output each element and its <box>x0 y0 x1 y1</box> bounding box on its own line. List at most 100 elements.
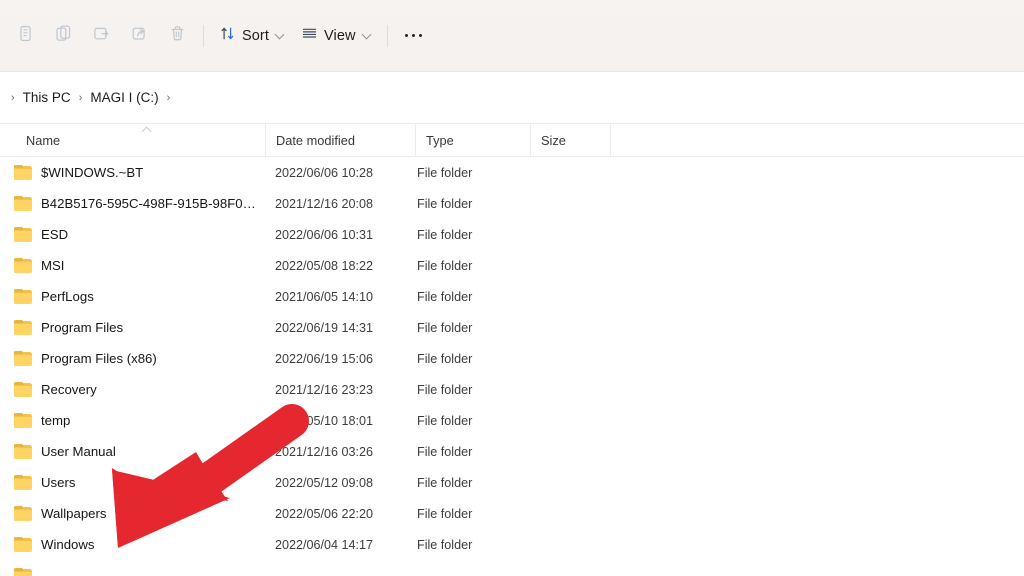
folder-icon <box>14 382 32 397</box>
overflow-menu-button[interactable] <box>395 19 433 53</box>
file-name-label: B42B5176-595C-498F-915B-98F0DC706… <box>41 196 262 211</box>
file-name-cell: PerfLogs <box>0 289 262 304</box>
file-name-cell: temp <box>0 413 262 428</box>
file-name-cell: MSI <box>0 258 262 273</box>
file-name-label: Program Files (x86) <box>41 351 157 366</box>
file-name-label: Users <box>41 475 75 490</box>
breadcrumb-item-this-pc[interactable]: This PC <box>18 87 76 108</box>
file-name-cell: Windows <box>0 537 262 552</box>
column-header-date-modified-label: Date modified <box>276 133 355 148</box>
column-header-type[interactable]: Type <box>415 124 530 157</box>
file-type: File folder <box>417 166 472 180</box>
column-header-size-label: Size <box>541 133 566 148</box>
file-name-cell: $WINDOWS.~BT <box>0 165 262 180</box>
delete-button[interactable] <box>158 19 196 53</box>
breadcrumb-item-magi-c[interactable]: MAGI I (C:) <box>85 87 163 108</box>
file-type: File folder <box>417 414 472 428</box>
file-date-modified: 2021/12/16 03:26 <box>275 445 373 459</box>
delete-icon <box>168 24 187 48</box>
folder-icon <box>14 351 32 366</box>
file-name-cell: ESD <box>0 227 262 242</box>
file-name-label: temp <box>41 413 70 428</box>
folder-icon <box>14 258 32 273</box>
file-explorer-window: Sort View › This PC › MAGI I (C:) › <box>0 0 1024 576</box>
share-icon <box>130 24 149 48</box>
folder-icon <box>14 506 32 521</box>
column-header-filler <box>610 124 1024 157</box>
sort-button[interactable]: Sort <box>211 19 293 53</box>
folder-icon <box>14 196 32 211</box>
file-row[interactable]: Program Files 2022/06/19 14:31 File folder <box>0 312 1024 343</box>
file-type: File folder <box>417 538 472 552</box>
file-type: File folder <box>417 290 472 304</box>
file-date-modified: 2021/12/16 20:08 <box>275 197 373 211</box>
file-type: File folder <box>417 476 472 490</box>
toolbar-separator-1 <box>203 25 204 47</box>
file-name-label: MSI <box>41 258 64 273</box>
copy-button[interactable] <box>44 19 82 53</box>
file-row[interactable]: temp 2022/05/10 18:01 File folder <box>0 405 1024 436</box>
file-row[interactable]: Windows 2022/06/04 14:17 File folder <box>0 529 1024 560</box>
file-name-cell: Recovery <box>0 382 262 397</box>
breadcrumb: › This PC › MAGI I (C:) › <box>0 72 1024 124</box>
file-date-modified: 2022/06/19 14:31 <box>275 321 373 335</box>
column-header-name[interactable]: Name <box>0 124 265 157</box>
column-header-type-label: Type <box>426 133 454 148</box>
file-row[interactable]: ESD 2022/06/06 10:31 File folder <box>0 219 1024 250</box>
folder-icon <box>14 165 32 180</box>
share-button[interactable] <box>120 19 158 53</box>
rename-button[interactable] <box>82 19 120 53</box>
cut-button[interactable] <box>6 19 44 53</box>
file-date-modified: 2022/05/06 22:20 <box>275 507 373 521</box>
file-row[interactable]: B42B5176-595C-498F-915B-98F0DC706… 2021/1… <box>0 188 1024 219</box>
file-name-label: $WINDOWS.~BT <box>41 165 143 180</box>
file-row[interactable] <box>0 560 1024 576</box>
folder-icon <box>14 413 32 428</box>
file-type: File folder <box>417 352 472 366</box>
folder-icon <box>14 289 32 304</box>
folder-icon <box>14 568 32 576</box>
file-name-label: Recovery <box>41 382 97 397</box>
breadcrumb-separator[interactable]: › <box>164 92 174 104</box>
file-list[interactable]: $WINDOWS.~BT2022/06/06 10:28File folderB… <box>0 157 1024 576</box>
file-name-cell: Program Files (x86) <box>0 351 262 366</box>
column-header-size[interactable]: Size <box>530 124 610 157</box>
file-name-cell: B42B5176-595C-498F-915B-98F0DC706… <box>0 196 262 211</box>
file-row[interactable]: User Manual2021/12/16 03:26File folder <box>0 436 1024 467</box>
file-date-modified: 2022/06/06 10:31 <box>275 228 373 242</box>
column-header-date-modified[interactable]: Date modified <box>265 124 415 157</box>
file-row[interactable]: $WINDOWS.~BT2022/06/06 10:28File folder <box>0 157 1024 188</box>
file-row[interactable]: Users2022/05/12 09:08File folder <box>0 467 1024 498</box>
file-row[interactable]: Recovery2021/12/16 23:23File folder <box>0 374 1024 405</box>
file-date-modified: 2021/12/16 23:23 <box>275 383 373 397</box>
file-date-modified: 2021/06/05 14:10 <box>275 290 373 304</box>
ellipsis-icon <box>405 34 423 38</box>
file-type: File folder <box>417 259 472 273</box>
folder-icon <box>14 320 32 335</box>
file-date-modified: 2022/05/10 18:01 <box>275 414 373 428</box>
sort-arrows-icon <box>219 25 236 47</box>
folder-icon <box>14 227 32 242</box>
file-date-modified: 2022/06/04 14:17 <box>275 538 373 552</box>
file-name-label: User Manual <box>41 444 116 459</box>
file-type: File folder <box>417 321 472 335</box>
file-type: File folder <box>417 197 472 211</box>
file-row[interactable]: MSI2022/05/08 18:22File folder <box>0 250 1024 281</box>
folder-icon <box>14 537 32 552</box>
file-name-cell: Program Files <box>0 320 262 335</box>
folder-icon <box>14 475 32 490</box>
file-name-label: PerfLogs <box>41 289 94 304</box>
file-row[interactable]: PerfLogs 2021/06/05 14:10 File folder <box>0 281 1024 312</box>
file-row[interactable]: Wallpapers2022/05/06 22:20File folder <box>0 498 1024 529</box>
file-name-cell: Users <box>0 475 262 490</box>
file-type: File folder <box>417 228 472 242</box>
file-name-label: Wallpapers <box>41 506 106 521</box>
file-name-cell: Wallpapers <box>0 506 262 521</box>
chevron-down-icon <box>276 31 285 40</box>
breadcrumb-separator: › <box>8 92 18 104</box>
chevron-down-icon <box>363 31 372 40</box>
file-name-label: Program Files <box>41 320 123 335</box>
view-button[interactable]: View <box>293 19 380 53</box>
file-row[interactable]: Program Files (x86)2022/06/19 15:06File … <box>0 343 1024 374</box>
rename-icon <box>92 24 111 48</box>
